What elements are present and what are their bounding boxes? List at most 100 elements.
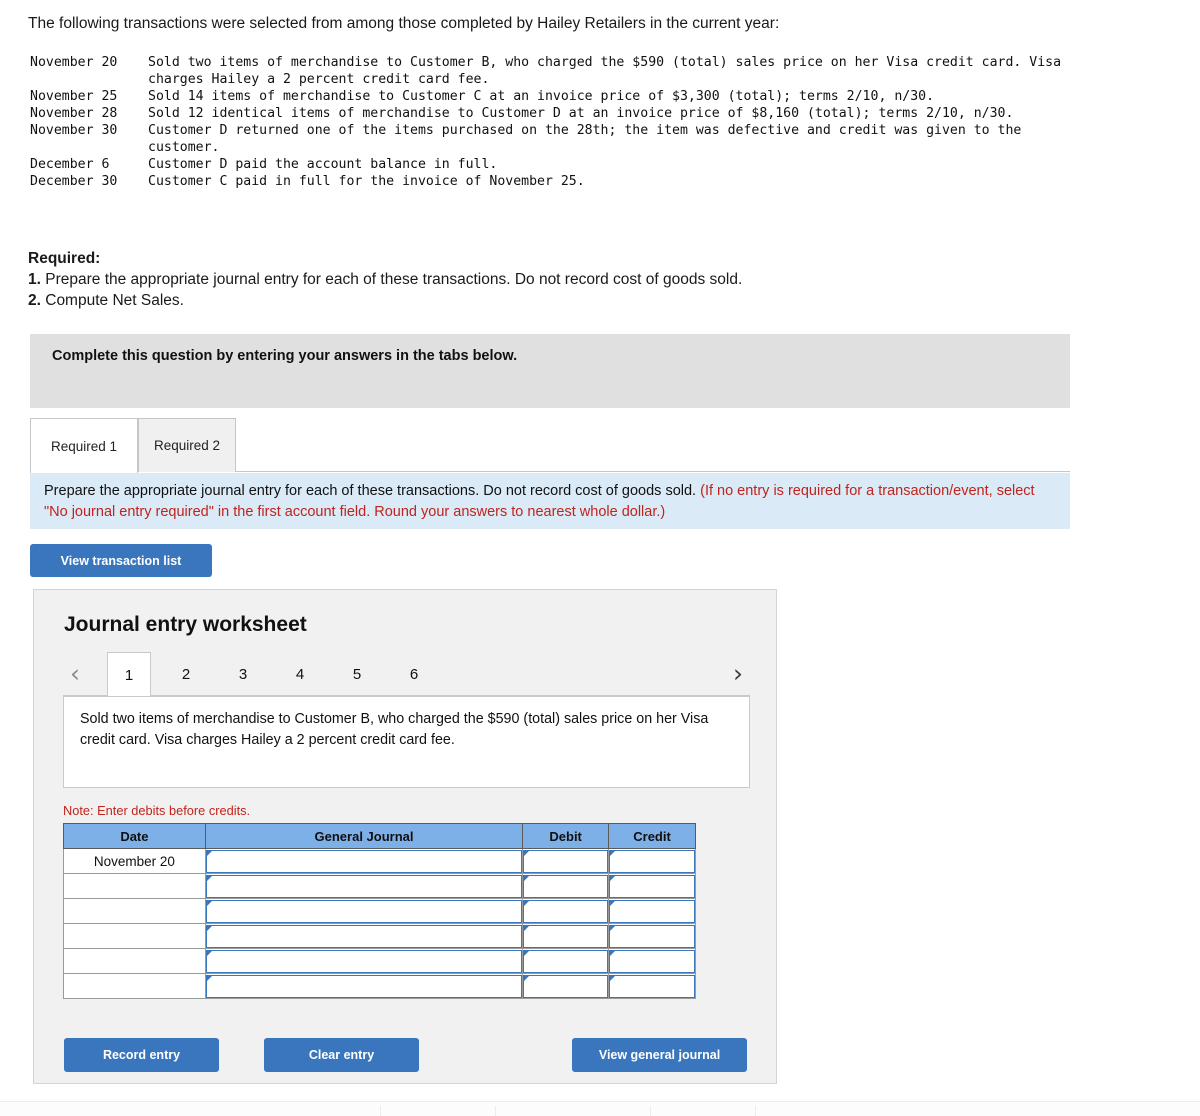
view-general-journal-button[interactable]: View general journal [572, 1038, 747, 1072]
cell-date [63, 873, 206, 899]
credit-input[interactable] [609, 849, 695, 873]
cell-debit[interactable] [522, 948, 610, 974]
journal-entry-table: Date General Journal Debit Credit Novemb… [63, 823, 696, 999]
cell-debit[interactable] [522, 873, 610, 899]
instruction-bar: Prepare the appropriate journal entry fo… [30, 473, 1070, 529]
transaction-description: Sold two items of merchandise to Custome… [148, 55, 1062, 87]
account-select[interactable] [205, 949, 523, 973]
worksheet-page-label: 5 [352, 665, 362, 683]
toolbar-divider [650, 1106, 651, 1116]
worksheet-description-box: Sold two items of merchandise to Custome… [63, 696, 750, 788]
tab-label: Required 2 [153, 438, 221, 453]
column-header-general-journal: General Journal [204, 823, 524, 849]
transaction-date: November 30 [30, 123, 118, 138]
cell-date [63, 973, 206, 999]
view-general-journal-label: View general journal [598, 1048, 721, 1062]
cell-credit[interactable] [608, 848, 696, 874]
cell-general-journal[interactable] [204, 848, 524, 874]
caret-icon [206, 875, 212, 881]
worksheet-page-4[interactable]: 4 [278, 652, 322, 696]
worksheet-page-6[interactable]: 6 [392, 652, 436, 696]
column-header-debit: Debit [522, 823, 610, 849]
transaction-row: November 20 Sold two items of merchandis… [30, 54, 1100, 88]
view-transaction-list-label: View transaction list [60, 553, 182, 568]
cell-general-journal[interactable] [204, 923, 524, 949]
required-item: 2. Compute Net Sales. [28, 290, 1028, 311]
account-select[interactable] [205, 924, 523, 948]
cell-credit[interactable] [608, 948, 696, 974]
transaction-row: November 30 Customer D returned one of t… [30, 122, 1100, 156]
required-item-text: Compute Net Sales. [40, 292, 184, 309]
debit-input[interactable] [523, 874, 609, 898]
cell-general-journal[interactable] [204, 948, 524, 974]
credit-input[interactable] [609, 874, 695, 898]
cell-general-journal[interactable] [204, 973, 524, 999]
intro-paragraph: The following transactions were selected… [28, 15, 780, 32]
transaction-date: December 30 [30, 174, 118, 189]
caret-icon [206, 850, 212, 856]
cell-credit[interactable] [608, 898, 696, 924]
credit-input[interactable] [609, 924, 695, 948]
required-heading: Required: [28, 250, 101, 267]
cell-debit[interactable] [522, 923, 610, 949]
caret-icon [206, 950, 212, 956]
worksheet-page-3[interactable]: 3 [221, 652, 265, 696]
transaction-date: November 25 [30, 89, 118, 104]
cell-general-journal[interactable] [204, 898, 524, 924]
chevron-right-icon[interactable]: › [726, 658, 750, 688]
clear-entry-button[interactable]: Clear entry [264, 1038, 419, 1072]
tab-required-1[interactable]: Required 1 [30, 418, 138, 473]
debit-input[interactable] [523, 924, 609, 948]
cell-credit[interactable] [608, 923, 696, 949]
caret-icon [524, 975, 530, 981]
debit-input[interactable] [523, 974, 609, 998]
cell-date [63, 898, 206, 924]
caret-icon [610, 850, 616, 856]
worksheet-page-5[interactable]: 5 [335, 652, 379, 696]
account-select[interactable] [205, 849, 523, 873]
caret-icon [610, 975, 616, 981]
account-select[interactable] [205, 974, 523, 998]
debit-input[interactable] [523, 899, 609, 923]
credit-input[interactable] [609, 949, 695, 973]
transaction-date: November 28 [30, 106, 118, 121]
cell-general-journal[interactable] [204, 873, 524, 899]
table-header-row: Date General Journal Debit Credit [63, 823, 696, 849]
view-transaction-list-button[interactable]: View transaction list [30, 544, 212, 577]
caret-icon [206, 975, 212, 981]
cell-date: November 20 [63, 848, 206, 874]
record-entry-button[interactable]: Record entry [64, 1038, 219, 1072]
caret-icon [610, 925, 616, 931]
cell-debit[interactable] [522, 898, 610, 924]
transaction-row: December 30 Customer C paid in full for … [30, 173, 1100, 190]
account-select[interactable] [205, 899, 523, 923]
worksheet-page-2[interactable]: 2 [164, 652, 208, 696]
cell-date [63, 948, 206, 974]
chevron-left-icon[interactable]: ‹ [63, 658, 87, 688]
debit-input[interactable] [523, 949, 609, 973]
question-page: The following transactions were selected… [0, 0, 1200, 1116]
caret-icon [524, 900, 530, 906]
cell-debit[interactable] [522, 848, 610, 874]
debit-input[interactable] [523, 849, 609, 873]
caret-icon [610, 875, 616, 881]
table-row [63, 873, 696, 899]
worksheet-page-1[interactable]: 1 [107, 652, 151, 697]
toolbar-divider [380, 1106, 381, 1116]
worksheet-page-label: 4 [295, 665, 305, 683]
credit-input[interactable] [609, 974, 695, 998]
column-header-credit: Credit [608, 823, 696, 849]
account-select[interactable] [205, 874, 523, 898]
toolbar-divider [755, 1106, 756, 1116]
required-item: 1. Prepare the appropriate journal entry… [28, 269, 1028, 290]
table-row [63, 923, 696, 949]
transaction-row: December 6 Customer D paid the account b… [30, 156, 1100, 173]
credit-input[interactable] [609, 899, 695, 923]
cell-credit[interactable] [608, 973, 696, 999]
transaction-date: December 6 [30, 157, 110, 172]
cell-credit[interactable] [608, 873, 696, 899]
required-item-text: Prepare the appropriate journal entry fo… [40, 271, 743, 288]
tab-required-2[interactable]: Required 2 [138, 418, 236, 472]
caret-icon [524, 950, 530, 956]
cell-debit[interactable] [522, 973, 610, 999]
